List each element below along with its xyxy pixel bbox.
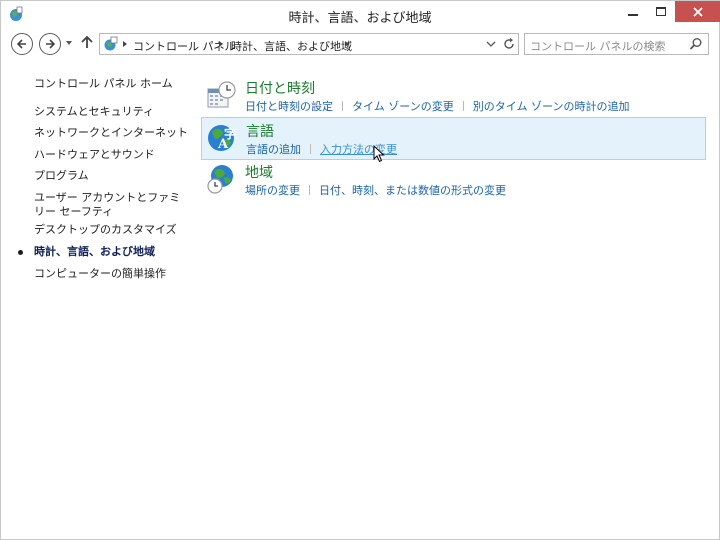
sidebar-item-clock-language-region[interactable]: 時計、言語、および地域 [34, 245, 194, 259]
control-panel-icon [104, 36, 118, 51]
arrow-left-icon [16, 39, 26, 49]
current-item-bullet [18, 250, 23, 255]
sidebar-item-user-accounts[interactable]: ユーザー アカウントとファミリー セーフティ [34, 191, 184, 219]
minimize-icon [628, 13, 638, 16]
link-separator [462, 101, 464, 111]
category-title-date-time[interactable]: 日付と時刻 [245, 78, 315, 98]
link-add-language[interactable]: 言語の追加 [246, 143, 301, 156]
breadcrumb-separator-icon[interactable] [122, 40, 128, 48]
link-add-clocks[interactable]: 別のタイム ゾーンの時計の追加 [473, 100, 630, 113]
back-button[interactable] [11, 33, 33, 55]
link-change-location[interactable]: 場所の変更 [245, 184, 300, 197]
category-title-language[interactable]: 言語 [246, 121, 274, 141]
link-set-date-time[interactable]: 日付と時刻の設定 [245, 100, 333, 113]
language-globe-icon[interactable]: A 字 [206, 122, 238, 154]
close-button[interactable] [675, 1, 720, 22]
category-links: 場所の変更 日付、時刻、または数値の形式の変更 [245, 182, 506, 198]
up-arrow-icon[interactable] [81, 35, 93, 49]
category-date-time: 日付と時刻 日付と時刻の設定 タイム ゾーンの変更 別のタイム ゾーンの時計の追加 [201, 75, 706, 118]
navigation-bar: コントロール パネル 時計、言語、および地域 コントロール パネルの検索 [1, 29, 719, 59]
link-change-time-zone[interactable]: タイム ゾーンの変更 [352, 100, 454, 113]
region-globe-clock-icon[interactable] [205, 163, 237, 195]
maximize-icon [656, 7, 666, 16]
category-region: 地域 場所の変更 日付、時刻、または数値の形式の変更 [201, 159, 706, 202]
title-bar[interactable]: 時計、言語、および地域 [1, 1, 720, 29]
search-icon[interactable] [689, 37, 703, 51]
mouse-pointer-icon [373, 145, 385, 163]
sidebar-item-network-internet[interactable]: ネットワークとインターネット [34, 126, 194, 140]
svg-text:字: 字 [224, 126, 236, 141]
sidebar-item-appearance[interactable]: デスクトップのカスタマイズ [34, 223, 194, 237]
sidebar-item-system-security[interactable]: システムとセキュリティ [34, 105, 194, 119]
address-bar[interactable]: コントロール パネル 時計、言語、および地域 [99, 33, 519, 55]
link-separator [309, 185, 310, 195]
link-separator [310, 144, 311, 154]
category-title-region[interactable]: 地域 [245, 162, 273, 182]
refresh-icon[interactable] [502, 37, 516, 51]
recent-locations-chevron-icon[interactable] [65, 39, 73, 47]
breadcrumb-clock-language-region[interactable]: 時計、言語、および地域 [231, 38, 352, 54]
link-separator [342, 101, 343, 111]
address-dropdown-chevron-icon[interactable] [486, 40, 496, 48]
minimize-button[interactable] [619, 1, 647, 22]
category-language: A 字 言語 言語の追加 入力方法の変更 [201, 117, 706, 160]
link-change-formats[interactable]: 日付、時刻、または数値の形式の変更 [319, 184, 506, 197]
search-box[interactable]: コントロール パネルの検索 [524, 33, 709, 55]
window-title: 時計、言語、および地域 [288, 11, 432, 26]
maximize-button[interactable] [647, 1, 675, 22]
sidebar-item-ease-of-access[interactable]: コンピューターの簡単操作 [34, 267, 194, 281]
breadcrumb-separator-icon[interactable] [344, 40, 350, 48]
sidebar-item-programs[interactable]: プログラム [34, 169, 194, 183]
search-input[interactable]: コントロール パネルの検索 [530, 38, 666, 54]
left-navigation-pane: コントロール パネル ホーム システムとセキュリティ ネットワークとインターネッ… [1, 61, 197, 531]
forward-button[interactable] [39, 33, 61, 55]
control-panel-window: 時計、言語、および地域 コントロール パネル 時計、言語、および地域 コントロー… [0, 0, 720, 540]
arrow-right-icon [46, 39, 56, 49]
category-links: 日付と時刻の設定 タイム ゾーンの変更 別のタイム ゾーンの時計の追加 [245, 98, 629, 114]
breadcrumb-separator-icon[interactable] [218, 40, 224, 48]
link-change-input-methods[interactable]: 入力方法の変更 [320, 143, 397, 156]
calendar-clock-icon[interactable] [205, 79, 237, 111]
sidebar-item-control-panel-home[interactable]: コントロール パネル ホーム [34, 75, 173, 91]
close-icon [693, 6, 703, 17]
sidebar-item-hardware-sound[interactable]: ハードウェアとサウンド [34, 148, 194, 162]
